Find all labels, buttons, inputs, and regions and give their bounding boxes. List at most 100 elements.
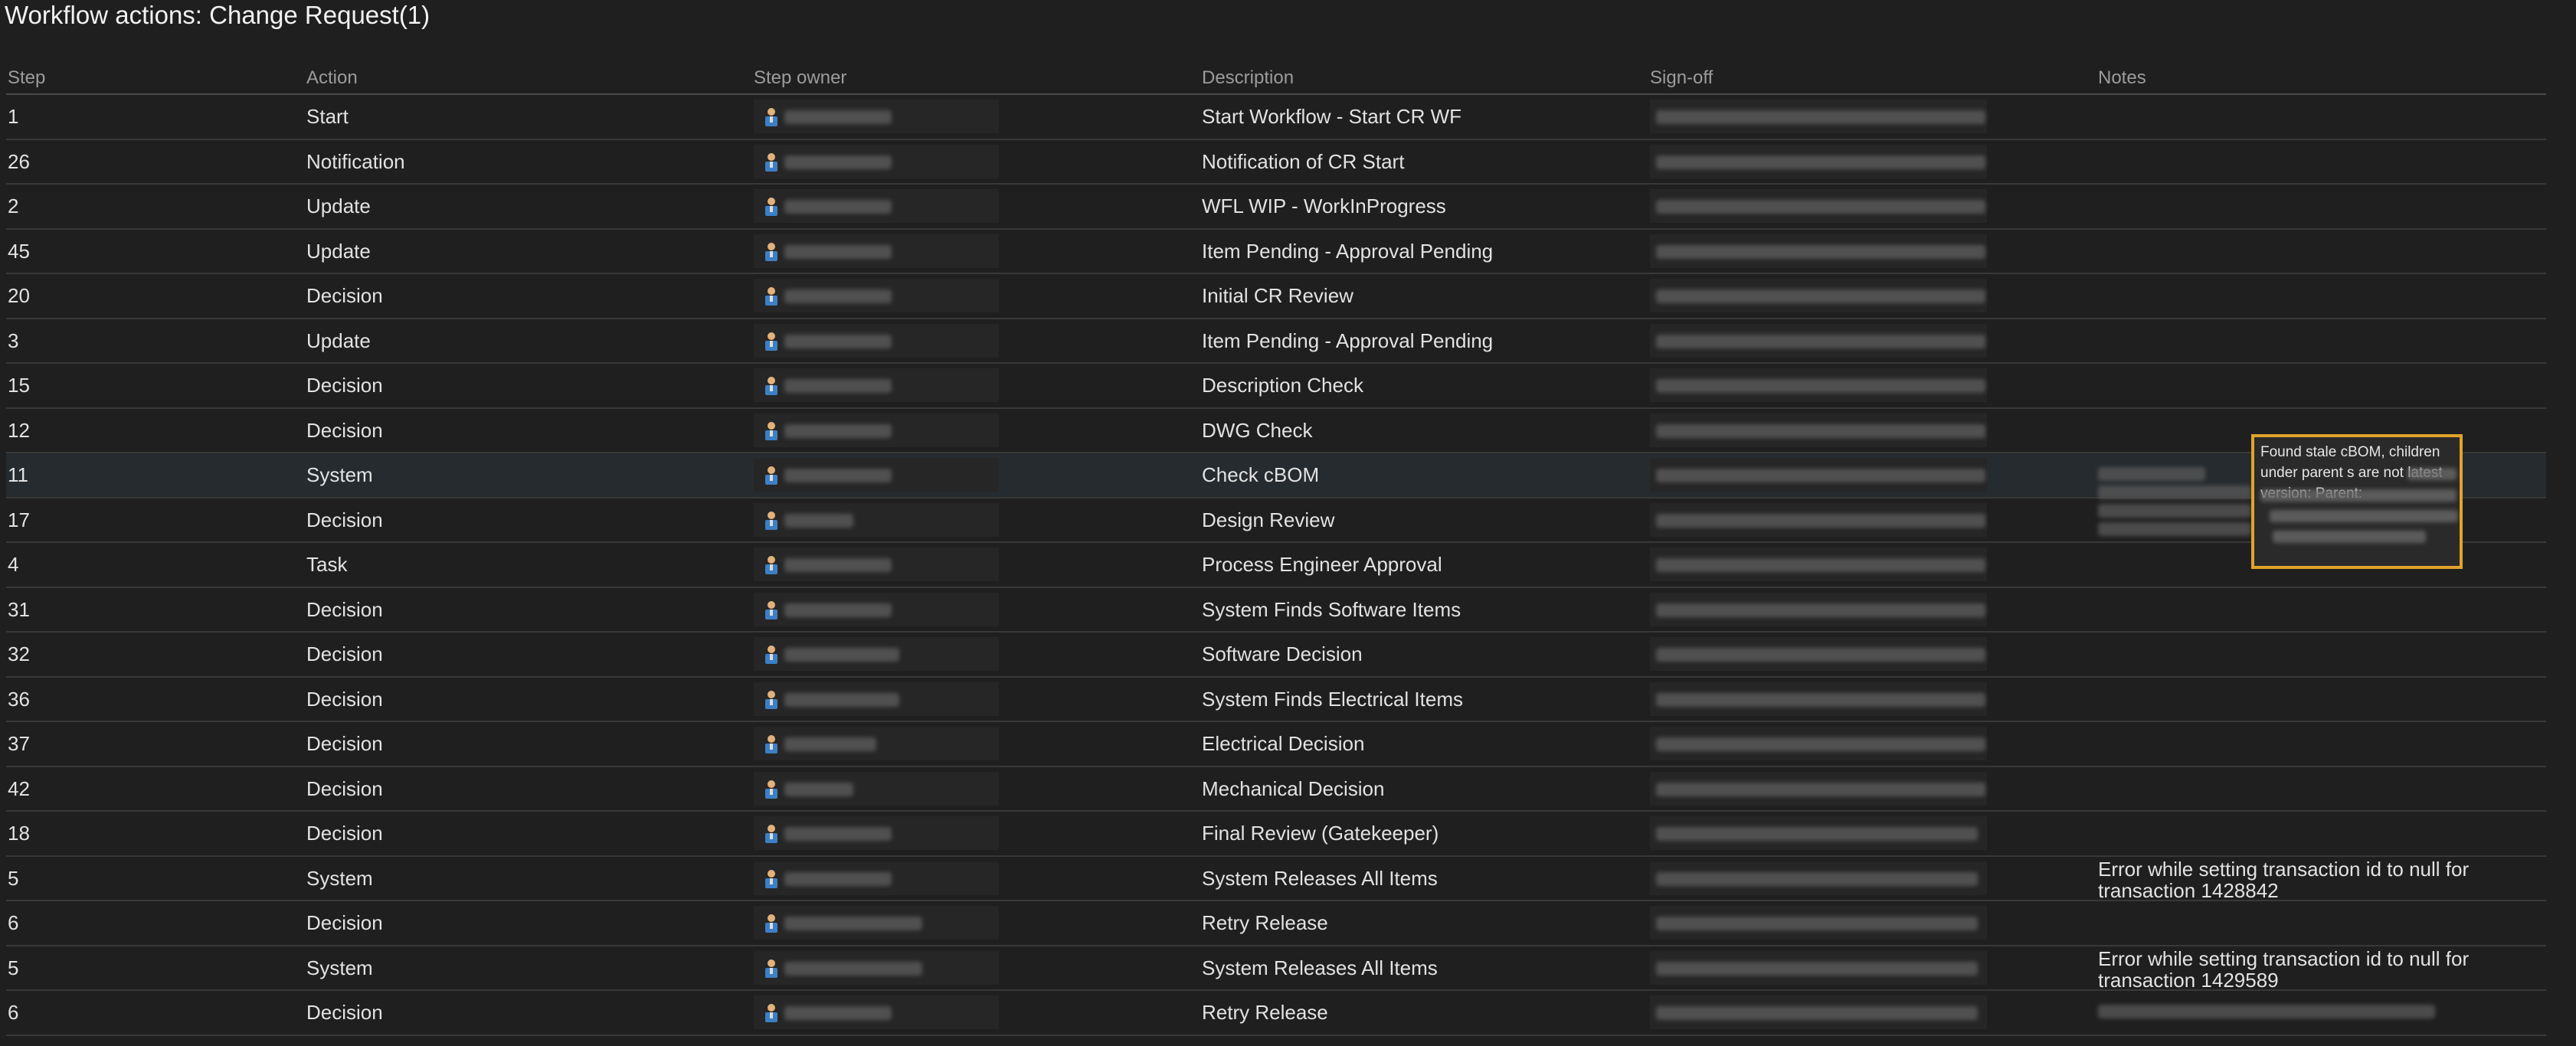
redacted-sign-off bbox=[1656, 917, 1978, 930]
header-notes[interactable]: Notes bbox=[2098, 63, 2146, 93]
header-sign-off[interactable]: Sign-off bbox=[1650, 63, 1713, 93]
table-header: Step Action Step owner Description Sign-… bbox=[6, 63, 2546, 95]
cell-description: Item Pending - Approval Pending bbox=[1202, 329, 1494, 352]
cell-action: Start bbox=[306, 105, 349, 128]
cell-sign-off bbox=[1650, 771, 1987, 806]
header-step-owner[interactable]: Step owner bbox=[754, 63, 846, 93]
cell-step: 42 bbox=[8, 776, 30, 800]
cell-step-owner[interactable] bbox=[754, 323, 999, 358]
cell-description: Software Decision bbox=[1202, 642, 1363, 665]
redacted-sign-off bbox=[1656, 961, 1978, 976]
redacted-note bbox=[2098, 1005, 2435, 1018]
cell-step-owner[interactable] bbox=[754, 637, 999, 671]
table-row[interactable]: 6 Decision Retry Release bbox=[6, 901, 2546, 946]
table-row[interactable]: 20 Decision Initial CR Review bbox=[6, 274, 2546, 319]
table-row[interactable]: 12 Decision DWG Check bbox=[6, 409, 2546, 453]
cell-description: Design Review bbox=[1202, 508, 1335, 531]
cell-step: 37 bbox=[8, 732, 30, 755]
table-row[interactable]: 32 Decision Software Decision bbox=[6, 633, 2546, 678]
cell-step-owner[interactable] bbox=[754, 502, 999, 537]
table-row[interactable]: 36 Decision System Finds Electrical Item… bbox=[6, 678, 2546, 722]
header-description[interactable]: Description bbox=[1202, 63, 1294, 93]
redacted-sign-off bbox=[1656, 200, 1985, 214]
table-row[interactable]: 15 Decision Description Check bbox=[6, 364, 2546, 409]
redacted-owner-name bbox=[784, 917, 922, 930]
cell-description: Retry Release bbox=[1202, 911, 1328, 934]
redacted-sign-off bbox=[1656, 558, 1985, 572]
redacted-owner-name bbox=[784, 334, 892, 348]
header-step[interactable]: Step bbox=[8, 63, 45, 93]
redacted-sign-off bbox=[1656, 334, 1985, 348]
table-row[interactable]: 18 Decision Final Review (Gatekeeper) bbox=[6, 812, 2546, 857]
person-icon bbox=[765, 869, 777, 888]
header-action[interactable]: Action bbox=[306, 63, 358, 93]
redacted-note bbox=[2098, 467, 2205, 481]
table-row[interactable]: 31 Decision System Finds Software Items bbox=[6, 588, 2546, 633]
cell-step-owner[interactable] bbox=[754, 548, 999, 581]
cell-action: Decision bbox=[306, 374, 383, 397]
redacted-owner-name bbox=[784, 423, 892, 438]
cell-step-owner[interactable] bbox=[754, 995, 999, 1029]
table-row[interactable]: 2 Update WFL WIP - WorkInProgress bbox=[6, 185, 2546, 230]
table-row[interactable]: 45 Update Item Pending - Approval Pendin… bbox=[6, 230, 2546, 274]
cell-notes: Error while setting transaction id to nu… bbox=[2098, 946, 2470, 992]
redacted-sign-off bbox=[1656, 244, 1985, 259]
table-row[interactable]: 5 System System Releases All Items Error… bbox=[6, 857, 2546, 901]
cell-step-owner[interactable] bbox=[754, 816, 999, 850]
notes-tooltip: Found stale cBOM, children under parent … bbox=[2251, 434, 2463, 569]
table-body: 1 Start Start Workflow - Start CR WF 26 … bbox=[6, 95, 2546, 1036]
redacted-sign-off bbox=[1656, 737, 1985, 751]
table-row[interactable]: 6 Decision Retry Release bbox=[6, 991, 2546, 1036]
cell-step-owner[interactable] bbox=[754, 100, 999, 133]
table-row[interactable]: 17 Decision Design Review bbox=[6, 498, 2546, 543]
cell-action: Decision bbox=[306, 732, 383, 755]
cell-step-owner[interactable] bbox=[754, 592, 999, 626]
cell-sign-off bbox=[1650, 861, 1987, 895]
cell-action: Decision bbox=[306, 911, 383, 934]
cell-step-owner[interactable] bbox=[754, 727, 999, 760]
cell-description: System Releases All Items bbox=[1202, 956, 1438, 979]
cell-step-owner[interactable] bbox=[754, 368, 999, 402]
person-icon bbox=[765, 556, 777, 574]
cell-step-owner[interactable] bbox=[754, 144, 999, 178]
table-row[interactable]: 42 Decision Mechanical Decision bbox=[6, 767, 2546, 812]
redacted-sign-off bbox=[1656, 423, 1985, 438]
cell-step-owner[interactable] bbox=[754, 906, 999, 940]
person-icon bbox=[765, 511, 777, 530]
person-icon bbox=[765, 646, 777, 664]
table-row[interactable]: 11 System Check cBOM bbox=[6, 453, 2546, 536]
cell-sign-off bbox=[1650, 995, 1987, 1029]
cell-step-owner[interactable] bbox=[754, 458, 999, 492]
redacted-owner-name bbox=[784, 648, 899, 662]
redacted-sign-off bbox=[1656, 513, 1985, 528]
cell-step-owner[interactable] bbox=[754, 279, 999, 312]
table-row[interactable]: 1 Start Start Workflow - Start CR WF bbox=[6, 95, 2546, 140]
cell-step-owner[interactable] bbox=[754, 771, 999, 806]
table-row[interactable]: 37 Decision Electrical Decision bbox=[6, 722, 2546, 767]
cell-step: 31 bbox=[8, 597, 30, 621]
redacted-owner-name bbox=[784, 871, 892, 886]
cell-step-owner[interactable] bbox=[754, 861, 999, 895]
table-row[interactable]: 3 Update Item Pending - Approval Pending bbox=[6, 319, 2546, 364]
workflow-actions-table: Step Action Step owner Description Sign-… bbox=[6, 63, 2546, 1036]
cell-step-owner[interactable] bbox=[754, 189, 999, 223]
cell-action: Decision bbox=[306, 1001, 383, 1024]
cell-sign-off bbox=[1650, 234, 1987, 268]
redacted-owner-name bbox=[784, 603, 892, 617]
cell-step-owner[interactable] bbox=[754, 682, 999, 716]
redacted-sign-off bbox=[1656, 289, 1985, 303]
cell-sign-off bbox=[1650, 323, 1987, 358]
cell-step: 1 bbox=[8, 105, 19, 128]
cell-step-owner[interactable] bbox=[754, 234, 999, 268]
redacted-owner-name bbox=[784, 782, 853, 796]
cell-step-owner[interactable] bbox=[754, 413, 999, 447]
person-icon bbox=[765, 242, 777, 261]
cell-step-owner[interactable] bbox=[754, 950, 999, 985]
redacted-owner-name bbox=[784, 110, 892, 124]
cell-description: Final Review (Gatekeeper) bbox=[1202, 822, 1439, 845]
table-row[interactable]: 4 Task Process Engineer Approval bbox=[6, 543, 2546, 588]
table-row[interactable]: 5 System System Releases All Items Error… bbox=[6, 946, 2546, 992]
table-row[interactable]: 26 Notification Notification of CR Start bbox=[6, 140, 2546, 185]
cell-step: 12 bbox=[8, 418, 30, 442]
cell-step: 3 bbox=[8, 329, 19, 352]
